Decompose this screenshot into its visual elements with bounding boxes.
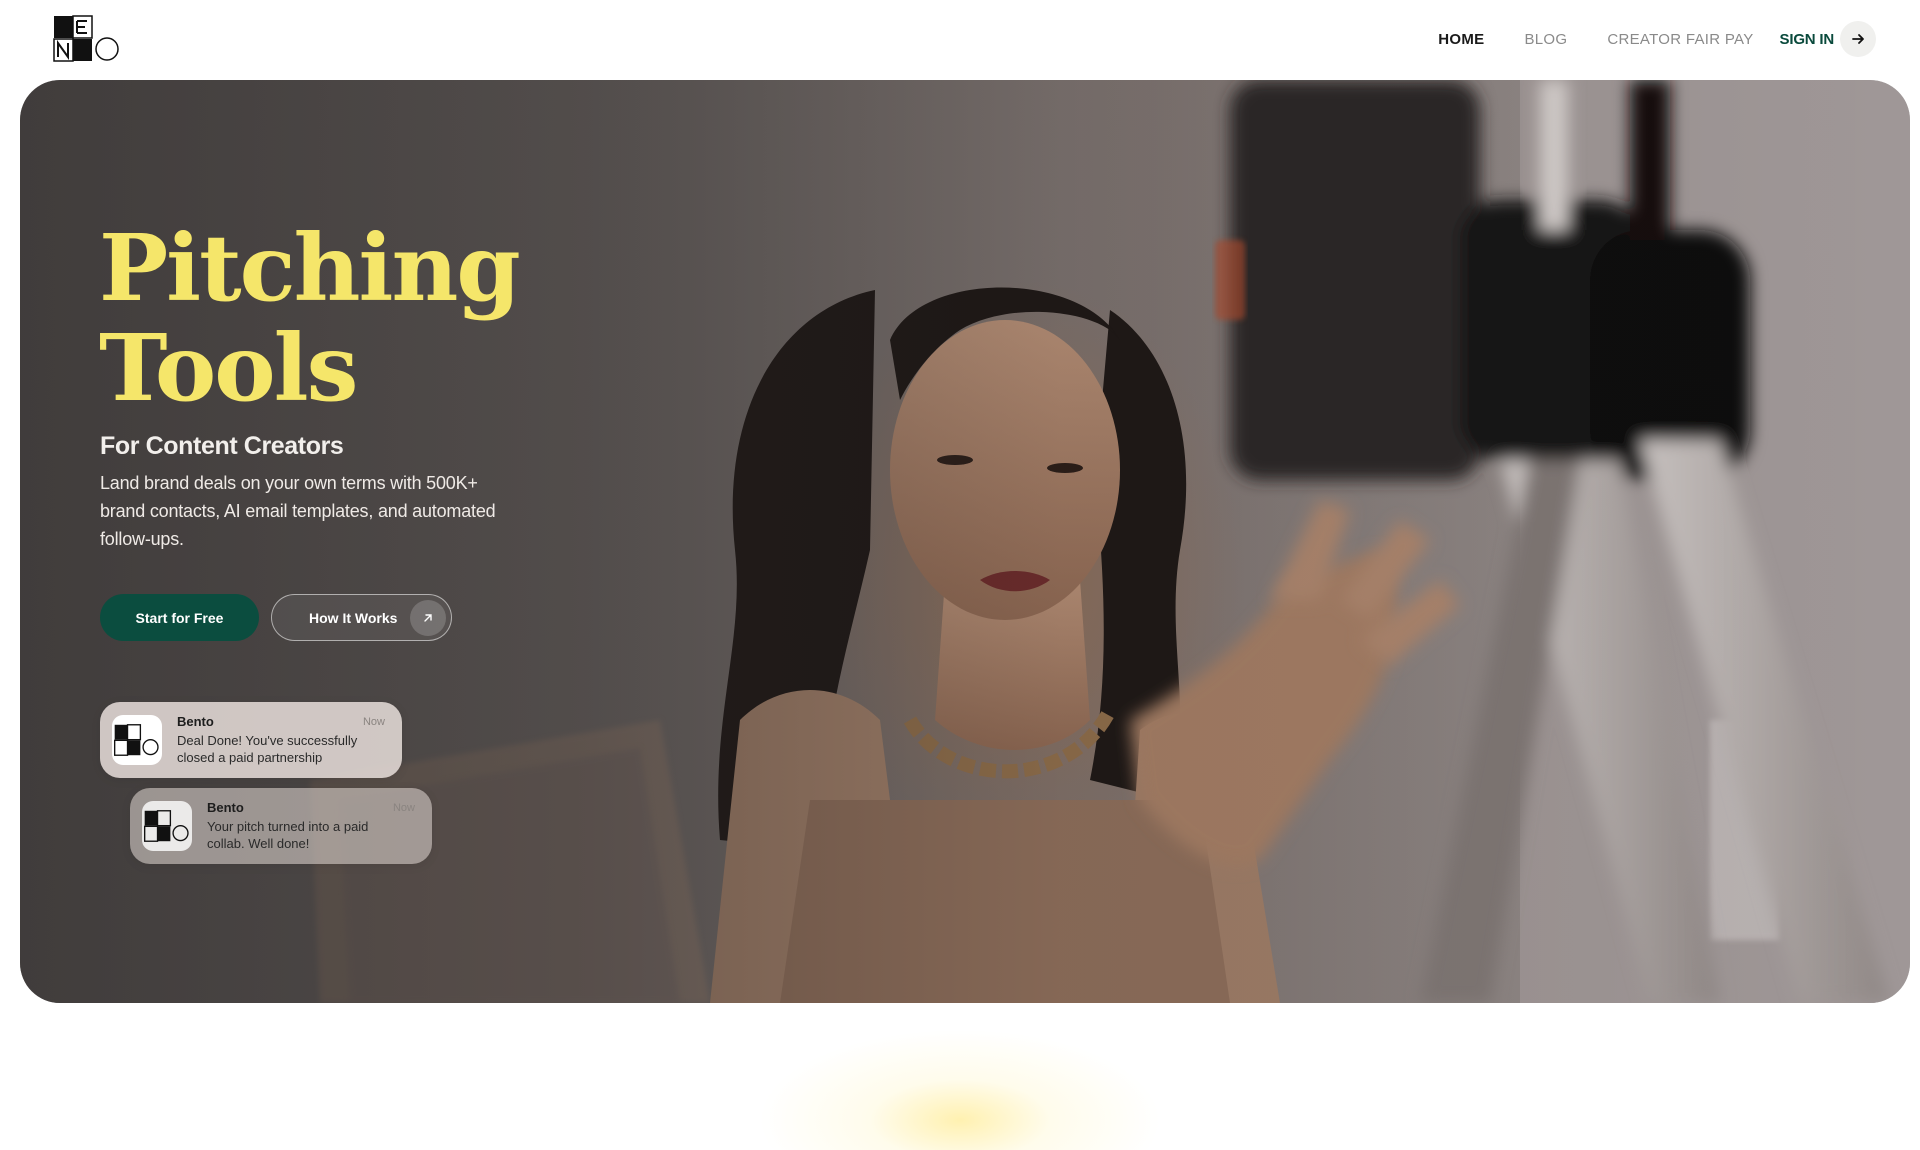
hero-title: Pitching Tools (99, 218, 619, 418)
notification-message: Deal Done! You've successfully closed a … (177, 733, 358, 765)
how-it-works-button[interactable]: How It Works (271, 594, 452, 641)
bento-app-icon (142, 801, 192, 851)
sign-in-label: SIGN IN (1779, 30, 1835, 48)
notification-card: Bento Now Deal Done! You've successfully… (100, 702, 402, 778)
notification-app-name: Bento (207, 800, 244, 815)
sign-in-button[interactable]: SIGN IN (1780, 21, 1876, 57)
hero-subtitle: For Content Creators (100, 432, 344, 460)
notification-time: Now (392, 802, 415, 814)
nav-home[interactable]: HOME (1438, 31, 1484, 48)
hero-description: Land brand deals on your own terms with … (100, 473, 496, 549)
how-it-works-label: How It Works (309, 609, 398, 626)
hero-title-line-2: Tools (99, 314, 358, 422)
site-header: HOME BLOG CREATOR FAIR PAY SIGN IN (0, 0, 1920, 80)
notification-app-name: Bento (177, 714, 214, 729)
decorative-glow (740, 1010, 1180, 1150)
hero-section: Pitching Tools For Content Creators Land… (20, 80, 1910, 1003)
start-for-free-label: Start for Free (135, 609, 224, 626)
nav-blog[interactable]: BLOG (1524, 31, 1567, 48)
notification-card: Bento Now Your pitch turned into a paid … (130, 788, 432, 864)
start-for-free-button[interactable]: Start for Free (100, 594, 259, 641)
notification-message: Your pitch turned into a paid collab. We… (207, 819, 369, 851)
hero-title-line-1: Pitching (99, 214, 521, 322)
nav-creator-fair-pay[interactable]: CREATOR FAIR PAY (1607, 31, 1753, 48)
notification-time: Now (362, 716, 385, 728)
main-nav: HOME BLOG CREATOR FAIR PAY SIGN IN (1398, 21, 1876, 57)
arrow-right-icon (1840, 21, 1876, 57)
arrow-up-right-icon (410, 600, 446, 636)
bento-app-icon (112, 715, 162, 765)
bento-logo[interactable] (53, 15, 121, 62)
